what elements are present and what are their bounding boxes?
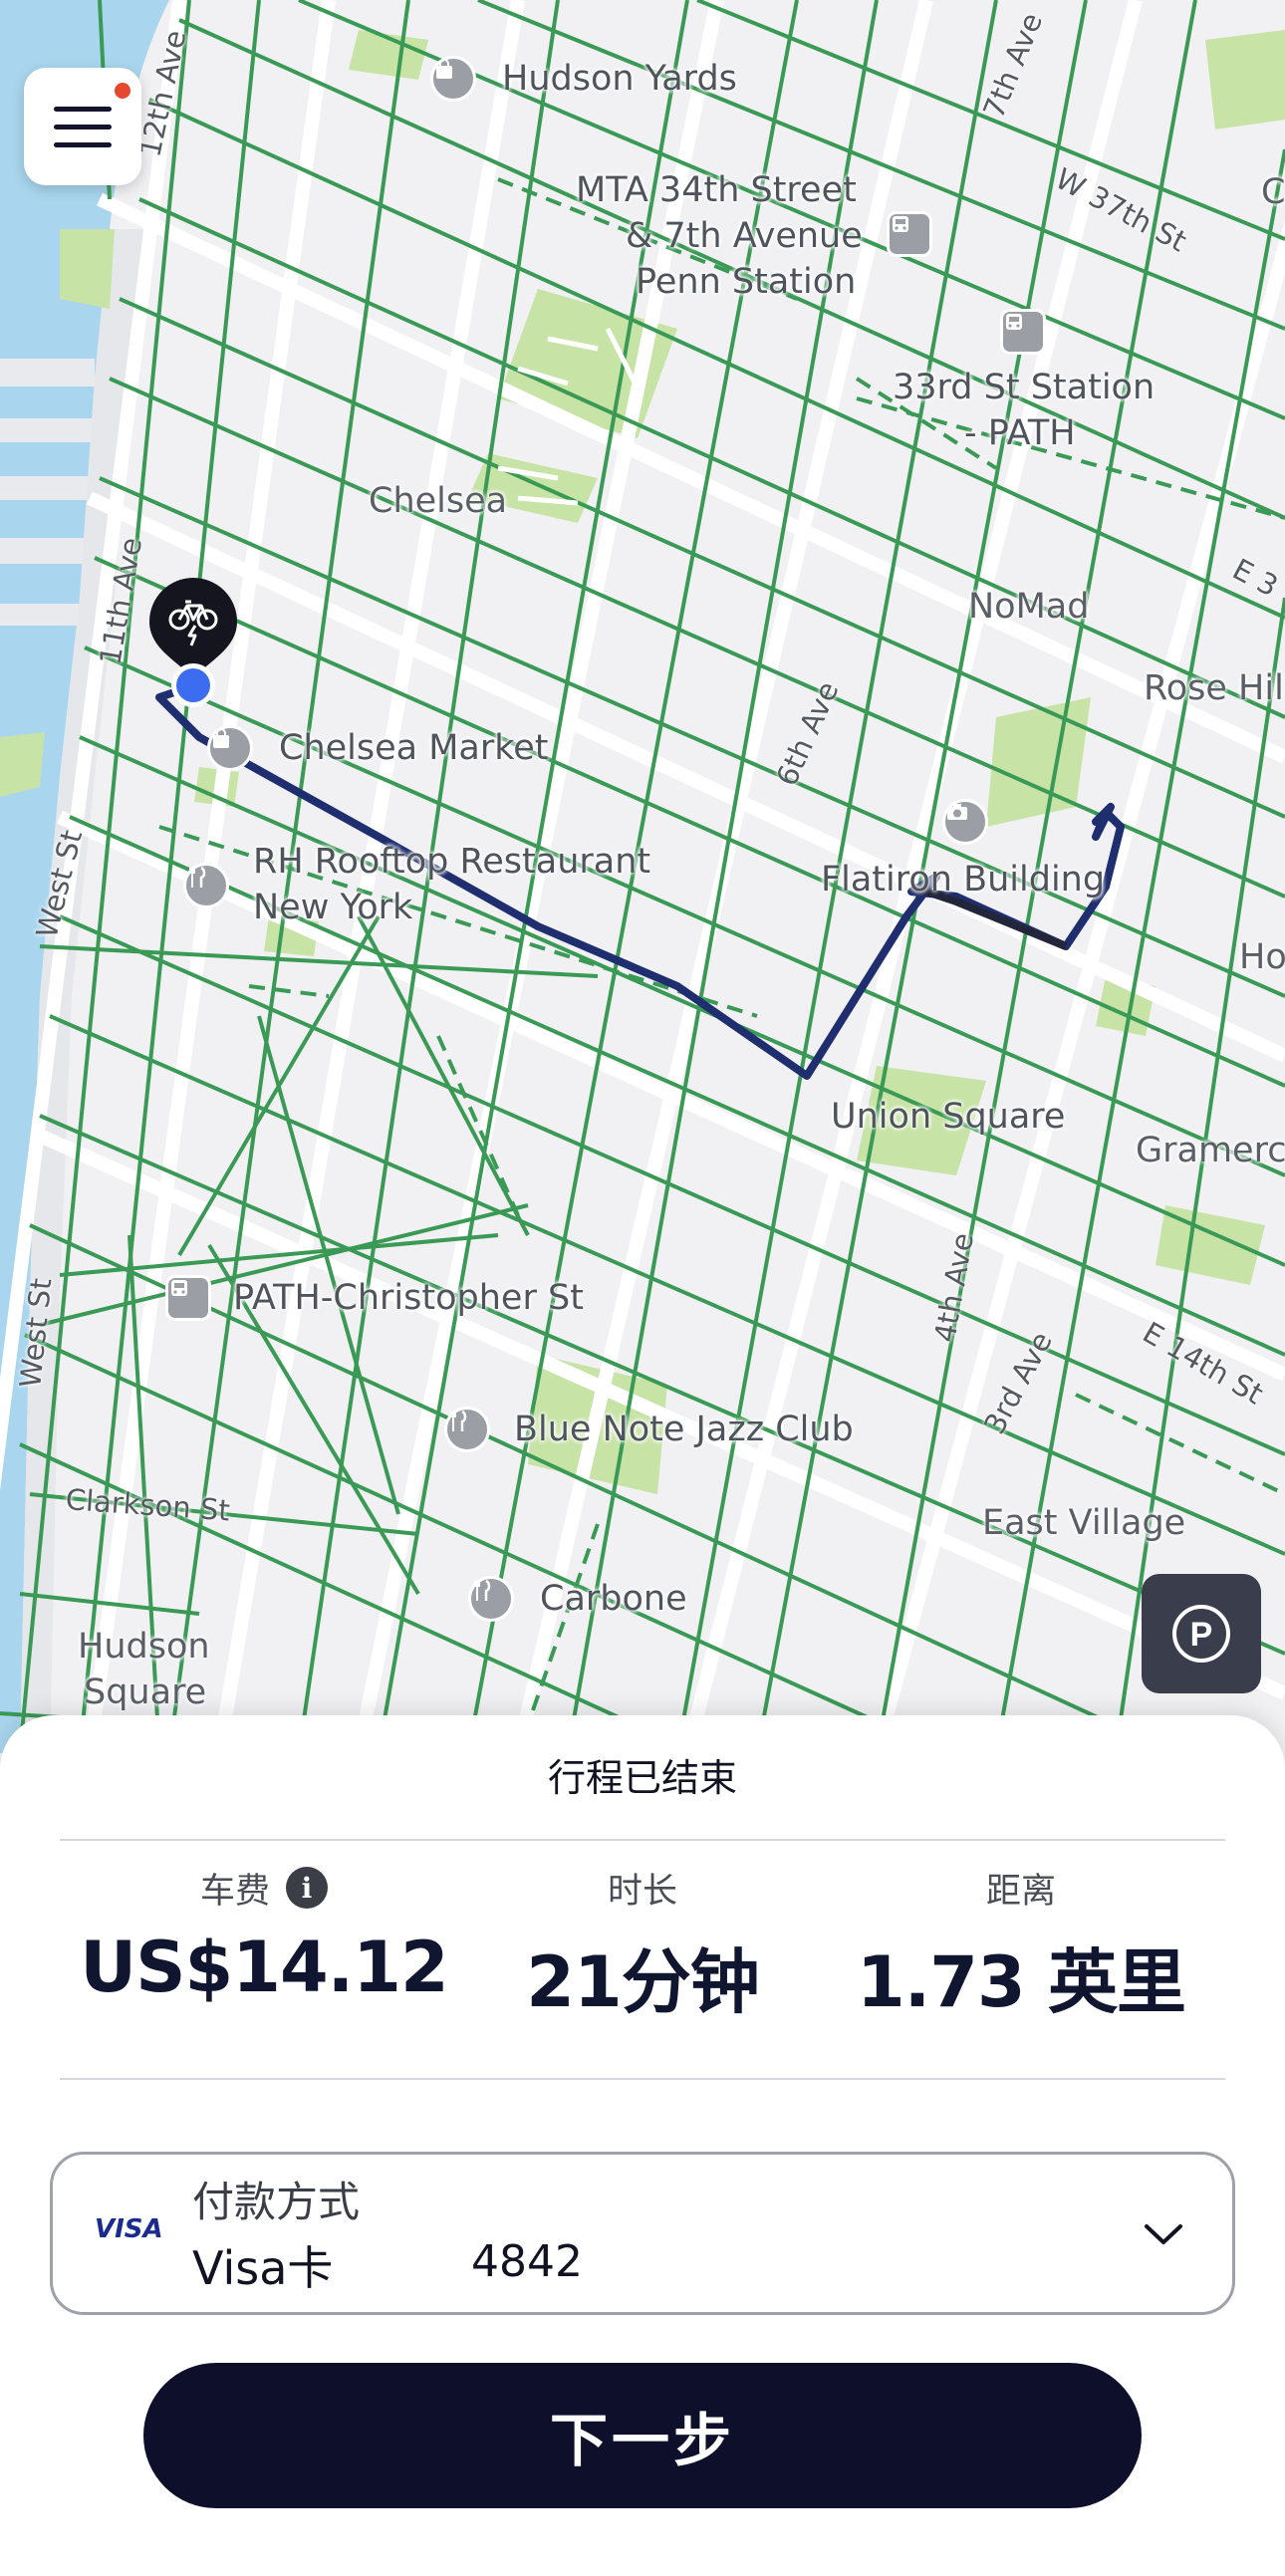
- restaurant-icon: [468, 1576, 514, 1622]
- fare-label: 车费: [199, 1871, 270, 1912]
- station-33rd-label-line2: - PATH: [964, 413, 1076, 453]
- hudson-square-label-line2: Square: [84, 1673, 207, 1712]
- distance-value: 1.73 英里: [856, 1941, 1186, 2023]
- visa-logo-icon: VISA: [95, 2214, 163, 2244]
- info-icon[interactable]: i: [286, 1867, 328, 1909]
- payment-card-name: Visa卡: [192, 2241, 334, 2295]
- menu-button[interactable]: [24, 68, 141, 185]
- train-icon: [1000, 309, 1046, 355]
- parking-icon: P: [1172, 1605, 1230, 1663]
- hudson-yards-label: Hudson Yards: [502, 59, 737, 99]
- divider: [60, 1839, 1225, 1841]
- shopping-bag-icon: [207, 725, 253, 771]
- distance-label: 距离: [985, 1871, 1056, 1912]
- payment-method-label: 付款方式: [192, 2178, 361, 2226]
- trip-summary-sheet: 行程已结束 车费 i US$14.12 时长 21分钟 距离 1.73 英里 V…: [0, 1715, 1285, 2576]
- svg-text:P: P: [1190, 1616, 1213, 1654]
- chevron-down-icon: [1145, 2224, 1182, 2244]
- rh-rooftop-label-line2: New York: [253, 888, 413, 927]
- shopping-bag-icon: [430, 56, 476, 102]
- map-view[interactable]: Hudson Yards MTA 34th Street & 7th Avenu…: [0, 0, 1285, 1753]
- nomad-label: NoMad: [968, 587, 1090, 627]
- gramercy-label: Gramercy: [1136, 1131, 1285, 1170]
- chelsea-label: Chelsea: [369, 481, 508, 521]
- restaurant-icon: [444, 1407, 490, 1452]
- divider: [60, 2078, 1225, 2080]
- train-icon: [165, 1275, 211, 1321]
- ho-label: Ho: [1239, 937, 1285, 977]
- mta-label-line1: MTA 34th Street: [576, 170, 857, 210]
- fare-stat: 车费 i US$14.12: [70, 1863, 458, 2008]
- rh-rooftop-label-line1: RH Rooftop Restaurant: [253, 842, 651, 882]
- mta-label-line3: Penn Station: [636, 262, 857, 302]
- carbone-label: Carbone: [540, 1579, 687, 1619]
- union-square-label: Union Square: [831, 1097, 1066, 1137]
- station-33rd-label-line1: 33rd St Station: [893, 368, 1156, 407]
- next-button[interactable]: 下一步: [143, 2363, 1142, 2508]
- payment-card-last4: 4842: [471, 2236, 583, 2287]
- camera-icon: [942, 799, 988, 845]
- flatiron-label: Flatiron Building: [821, 860, 1106, 900]
- bike-start-marker[interactable]: [145, 574, 241, 713]
- payment-method-selector[interactable]: VISA 付款方式 Visa卡 4842: [50, 2152, 1235, 2315]
- notification-dot: [112, 80, 133, 102]
- blue-note-label: Blue Note Jazz Club: [514, 1410, 854, 1449]
- distance-stat: 距离 1.73 英里: [827, 1863, 1215, 2027]
- c-edge-label: C: [1261, 172, 1285, 212]
- duration-stat: 时长 21分钟: [448, 1863, 837, 2027]
- chelsea-market-label: Chelsea Market: [279, 728, 549, 768]
- mta-label-line2: & 7th Avenue: [626, 216, 863, 256]
- e-bike-icon: [168, 600, 218, 646]
- parking-button[interactable]: P: [1142, 1574, 1261, 1693]
- hudson-square-label-line1: Hudson: [78, 1627, 210, 1667]
- train-icon: [887, 211, 932, 257]
- hamburger-icon: [54, 106, 112, 112]
- path-christopher-label: PATH-Christopher St: [233, 1278, 584, 1318]
- sheet-title: 行程已结束: [547, 1756, 737, 1800]
- east-village-label: East Village: [982, 1503, 1186, 1543]
- restaurant-icon: [183, 863, 229, 908]
- fare-value: US$14.12: [80, 1927, 448, 2008]
- rose-hill-label: Rose Hill: [1144, 668, 1285, 708]
- duration-value: 21分钟: [526, 1941, 759, 2023]
- duration-label: 时长: [607, 1871, 677, 1912]
